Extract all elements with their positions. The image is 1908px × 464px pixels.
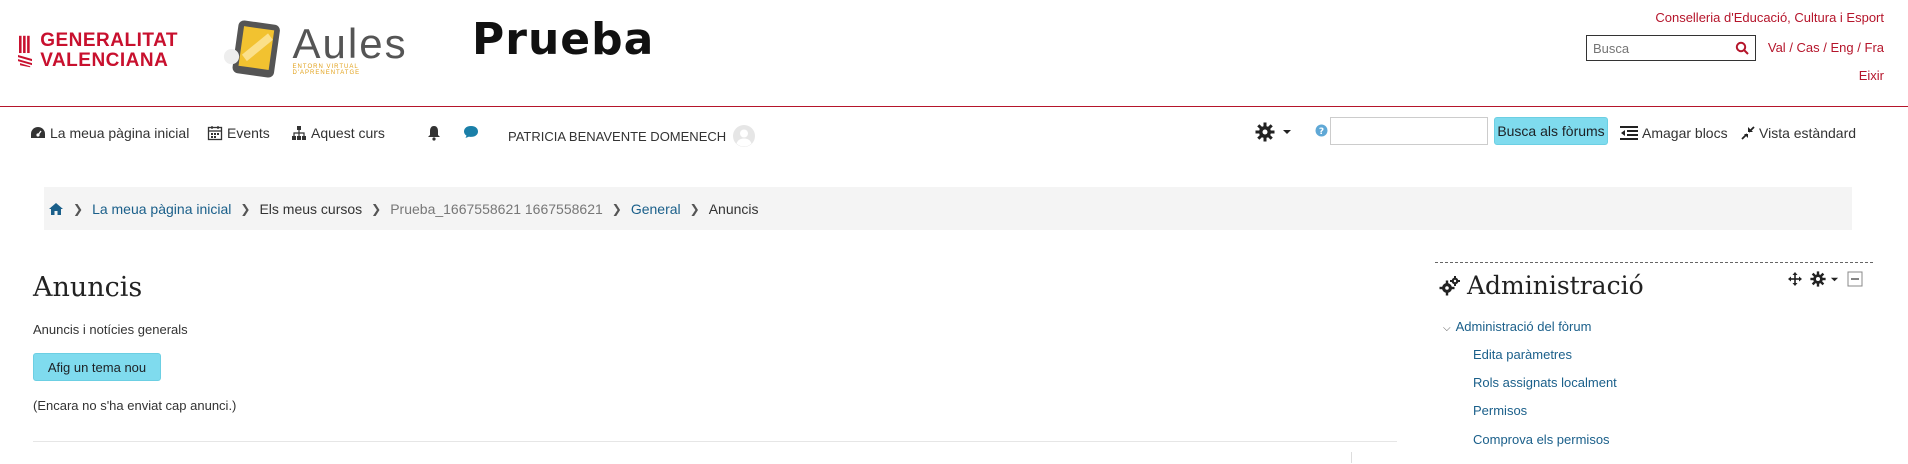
dashboard-icon [31, 127, 45, 138]
hide-blocks-button[interactable]: Amagar blocs [1620, 125, 1728, 141]
nav-events[interactable]: Events [207, 125, 270, 141]
site-search[interactable] [1586, 35, 1756, 61]
lang-cas-link[interactable]: Cas [1797, 40, 1820, 55]
site-name[interactable]: Prueba [472, 14, 654, 65]
calendar-icon [207, 126, 223, 141]
collapse-block-icon[interactable] [1847, 271, 1863, 287]
user-menu[interactable]: PATRICIA BENAVENTE DOMENECH [508, 124, 760, 148]
admin-section-label: Administració del fòrum [1455, 319, 1592, 334]
admin-item-edit-settings[interactable]: Edita paràmetres [1473, 347, 1572, 362]
block-controls [1788, 271, 1863, 287]
lang-fra-link[interactable]: Fra [1865, 40, 1885, 55]
language-selector: Val / Cas / Eng / Fra [1768, 40, 1884, 55]
sitemap-icon [292, 126, 306, 140]
avatar [733, 125, 756, 147]
add-topic-button[interactable]: Afig un tema nou [33, 353, 161, 381]
admin-block-title: Administració [1439, 271, 1644, 300]
admin-item-permissions[interactable]: Permisos [1473, 403, 1527, 418]
breadcrumb-course[interactable]: Prueba_1667558621 1667558621 [390, 201, 603, 217]
aules-name: Aules [292, 20, 408, 67]
admin-item-check-permissions[interactable]: Comprova els permisos [1473, 432, 1610, 447]
generalitat-logo[interactable]: GENERALITAT VALENCIANA [18, 18, 178, 84]
admin-block-title-text: Administració [1467, 271, 1644, 300]
site-search-input[interactable] [1587, 39, 1735, 57]
forum-description: Anuncis i notícies generals [33, 322, 188, 337]
outdent-icon [1620, 126, 1638, 140]
svg-text:?: ? [1319, 127, 1324, 137]
gva-line-1: GENERALITAT [40, 30, 178, 51]
search-forums-button[interactable]: Busca als fòrums [1494, 117, 1608, 145]
nav-events-label: Events [227, 125, 270, 141]
divider [33, 441, 1397, 442]
search-icon[interactable] [1735, 41, 1749, 55]
lang-separator: / [1785, 40, 1797, 55]
empty-message: (Encara no s'ha enviat cap anunci.) [33, 398, 237, 413]
tablet-icon [223, 20, 280, 78]
gear-icon [1255, 122, 1275, 142]
home-icon[interactable] [48, 202, 64, 216]
site-header: GENERALITAT VALENCIANA Aules ENTORN VIRT… [0, 0, 1908, 107]
bell-icon [428, 126, 440, 141]
breadcrumb-home[interactable]: La meua pàgina inicial [92, 201, 231, 217]
nav-course[interactable]: Aquest curs [291, 125, 385, 141]
aules-logo[interactable]: Aules ENTORN VIRTUAL D'APRENENTATGE [222, 14, 422, 84]
admin-section-forum[interactable]: ⌵ Administració del fòrum [1443, 319, 1591, 334]
chevron-down-icon: ⌵ [1443, 323, 1451, 334]
standard-view-button[interactable]: Vista estàndard [1741, 125, 1856, 141]
logout-link[interactable]: Eixir [1859, 68, 1884, 83]
gva-line-2: VALENCIANA [40, 50, 169, 71]
lang-eng-link[interactable]: Eng [1831, 40, 1854, 55]
chevron-right-icon: ❯ [689, 201, 700, 216]
breadcrumb-current: Anuncis [708, 200, 759, 217]
user-name: PATRICIA BENAVENTE DOMENECH [508, 128, 727, 144]
administration-block: Administració ⌵ Administració del fòrum [1435, 262, 1873, 464]
help-icon[interactable]: ? [1315, 124, 1328, 137]
notifications-button[interactable] [427, 125, 445, 141]
standard-view-label: Vista estàndard [1759, 125, 1857, 141]
caret-down-icon [1283, 130, 1291, 134]
nav-course-label: Aquest curs [311, 125, 385, 141]
chevron-right-icon: ❯ [611, 201, 622, 216]
gear-icon[interactable] [1810, 271, 1826, 287]
page-title: Anuncis [33, 272, 143, 303]
breadcrumb-my-courses: Els meus cursos [259, 200, 363, 217]
hide-blocks-label: Amagar blocs [1642, 125, 1728, 141]
lang-separator: / [1853, 40, 1865, 55]
forum-search-input[interactable] [1330, 117, 1488, 145]
lang-val-link[interactable]: Val [1768, 40, 1786, 55]
nav-home-label: La meua pàgina inicial [50, 125, 190, 141]
nav-home[interactable]: La meua pàgina inicial [30, 125, 189, 141]
compress-icon [1741, 126, 1755, 140]
chevron-right-icon: ❯ [73, 201, 84, 216]
nav-bar: La meua pàgina inicial Events Aquest cur… [0, 107, 1908, 157]
breadcrumb: ❯ La meua pàgina inicial ❯ Els meus curs… [44, 187, 1852, 230]
gears-icon [1439, 275, 1460, 295]
breadcrumb-section[interactable]: General [631, 201, 681, 217]
caret-down-icon[interactable] [1830, 275, 1839, 284]
generalitat-text: GENERALITAT VALENCIANA [40, 31, 178, 71]
move-icon[interactable] [1788, 272, 1802, 286]
generalitat-emblem-icon [18, 35, 33, 68]
chat-bubble-icon [464, 126, 478, 138]
settings-menu[interactable] [1255, 122, 1296, 142]
lang-separator: / [1819, 40, 1831, 55]
chevron-right-icon: ❯ [240, 201, 251, 216]
divider [1351, 452, 1352, 463]
chevron-right-icon: ❯ [371, 201, 382, 216]
conselleria-link[interactable]: Conselleria d'Educació, Cultura i Esport [1655, 10, 1884, 25]
admin-item-local-roles[interactable]: Rols assignats localment [1473, 375, 1617, 390]
messages-button[interactable] [463, 125, 483, 139]
